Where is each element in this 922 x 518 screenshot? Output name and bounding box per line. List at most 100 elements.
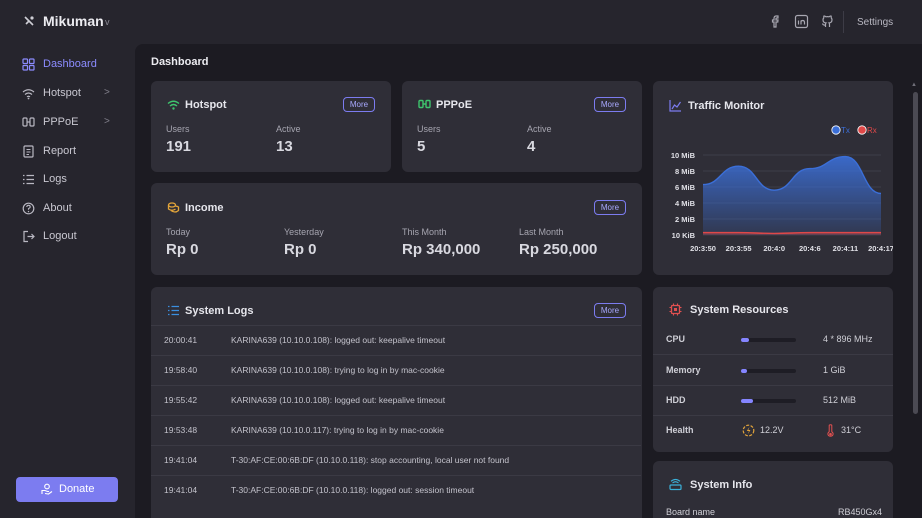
cpu-usage-fill xyxy=(741,338,750,342)
sidebar: Dashboard Hotspot > PPPoE > Report Logs xyxy=(0,44,135,518)
log-message: KARINA639 (10.10.0.108): logged out: kee… xyxy=(231,395,446,405)
report-icon xyxy=(23,145,34,158)
sidebar-item-dashboard[interactable]: Dashboard xyxy=(0,53,135,77)
chevron-right-icon: > xyxy=(104,87,110,98)
legend-rx-label: Rx xyxy=(867,126,877,135)
today-label: Today xyxy=(166,227,191,237)
log-message: KARINA639 (10.10.0.108): logged out: kee… xyxy=(231,335,446,345)
series-rx-line xyxy=(703,231,882,235)
log-row: 19:53:48 KARINA639 (10.10.0.117): trying … xyxy=(151,415,641,445)
users-value: 5 xyxy=(417,138,426,155)
sidebar-item-label: About xyxy=(43,202,72,214)
router-icon xyxy=(669,478,682,491)
log-time: 19:41:04 xyxy=(164,485,198,495)
legend-tx-label: Tx xyxy=(841,126,850,135)
main-content: Dashboard Hotspot More Users 191 Active … xyxy=(135,44,922,518)
divider xyxy=(843,11,844,33)
scroll-up-arrow-icon[interactable]: ▲ xyxy=(911,82,917,88)
x-tick-label: 20:4:11 xyxy=(833,244,858,253)
memory-value: 1 GiB xyxy=(823,365,846,375)
sidebar-item-logs[interactable]: Logs xyxy=(0,168,135,192)
pppoe-more-button[interactable]: More xyxy=(594,97,626,112)
cpu-icon xyxy=(669,303,682,316)
log-message: T-30:AF:CE:00:6B:DF (10.10.0.118): stop … xyxy=(231,455,510,465)
cpu-value: 4 * 896 MHz xyxy=(823,334,873,344)
log-time: 19:58:40 xyxy=(164,365,198,375)
board-name-value: RB450Gx4 xyxy=(838,507,883,517)
sidebar-item-label: Report xyxy=(43,145,77,157)
income-card: Income More Today Rp 0 Yesterday Rp 0 Th… xyxy=(151,183,642,275)
app-name[interactable]: Mikuman xyxy=(43,13,104,29)
traffic-chart: Tx Rx 10 MiB 8 MiB 6 MiB 4 MiB 2 MiB 10 KiB 20:3… xyxy=(671,125,893,253)
donate-button[interactable]: Donate xyxy=(16,477,118,502)
cpu-row: CPU 4 * 896 MHz xyxy=(653,325,893,355)
log-row: 19:41:04 T-30:AF:CE:00:6B:DF (10.10.0.118… xyxy=(151,445,641,475)
sidebar-item-label: Hotspot xyxy=(43,87,81,99)
system-logs-card: System Logs More 20:00:41 KARINA639 (10.1… xyxy=(151,287,642,518)
chevron-right-icon: > xyxy=(104,116,110,127)
thermometer-icon xyxy=(827,424,834,437)
yesterday-value: Rp 0 xyxy=(284,241,317,258)
logs-more-button[interactable]: More xyxy=(594,303,626,318)
sidebar-item-about[interactable]: About xyxy=(0,197,135,221)
facebook-icon[interactable] xyxy=(768,14,783,29)
yesterday-label: Yesterday xyxy=(284,227,324,237)
active-value: 13 xyxy=(276,138,293,155)
y-tick-label: 6 MiB xyxy=(675,183,696,192)
last-month-label: Last Month xyxy=(519,227,564,237)
log-row: 20:00:41 KARINA639 (10.10.0.108): logged … xyxy=(151,325,641,355)
list-icon xyxy=(168,305,179,316)
x-tick-label: 20:4:6 xyxy=(799,244,821,253)
sidebar-item-logout[interactable]: Logout xyxy=(0,225,135,249)
hotspot-card: Hotspot More Users 191 Active 13 xyxy=(151,81,391,172)
log-message: KARINA639 (10.10.0.117): trying to log i… xyxy=(231,425,444,435)
temperature-value: 31°C xyxy=(841,425,862,435)
x-tick-label: 20:3:50 xyxy=(690,244,716,253)
system-resources-card: System Resources CPU 4 * 896 MHz Memory … xyxy=(653,287,893,452)
wifi-icon xyxy=(167,100,180,110)
linkedin-icon[interactable] xyxy=(794,14,809,29)
x-tick-label: 20:4:17 xyxy=(868,244,893,253)
this-month-label: This Month xyxy=(402,227,447,237)
network-icon xyxy=(22,117,35,127)
dashboard-icon xyxy=(22,58,35,71)
network-icon xyxy=(418,99,431,109)
log-message: T-30:AF:CE:00:6B:DF (10.10.0.118): logge… xyxy=(231,485,475,495)
list-icon xyxy=(23,174,34,185)
sidebar-item-report[interactable]: Report xyxy=(0,140,135,164)
settings-link[interactable]: Settings xyxy=(857,17,893,28)
pppoe-card: PPPoE More Users 5 Active 4 xyxy=(402,81,642,172)
y-tick-label: 2 MiB xyxy=(675,215,696,224)
legend-tx-marker xyxy=(831,125,841,135)
card-title: System Info xyxy=(690,479,753,491)
hdd-row: HDD 512 MiB xyxy=(653,386,893,416)
sidebar-item-label: Logs xyxy=(43,173,67,185)
card-title: Hotspot xyxy=(185,99,227,111)
active-label: Active xyxy=(527,124,552,134)
hotspot-more-button[interactable]: More xyxy=(343,97,375,112)
y-tick-label: 8 MiB xyxy=(675,167,696,176)
memory-row: Memory 1 GiB xyxy=(653,356,893,386)
memory-label: Memory xyxy=(666,365,701,375)
top-bar: Mikuman v Settings xyxy=(0,0,922,44)
active-value: 4 xyxy=(527,138,536,155)
github-icon[interactable] xyxy=(820,14,835,29)
sidebar-item-pppoe[interactable]: PPPoE > xyxy=(0,111,135,135)
log-time: 19:53:48 xyxy=(164,425,198,435)
scrollbar[interactable] xyxy=(913,92,918,414)
hdd-usage-fill xyxy=(741,399,754,403)
users-value: 191 xyxy=(166,138,192,155)
sidebar-item-label: Dashboard xyxy=(43,58,97,70)
donate-label: Donate xyxy=(59,483,95,495)
health-row: Health 12.2V 31°C xyxy=(653,416,893,446)
this-month-value: Rp 340,000 xyxy=(402,241,481,258)
page-title: Dashboard xyxy=(151,56,209,68)
income-more-button[interactable]: More xyxy=(594,200,626,215)
sidebar-item-hotspot[interactable]: Hotspot > xyxy=(0,82,135,106)
hdd-label: HDD xyxy=(666,395,686,405)
log-row: 19:41:04 T-30:AF:CE:00:6B:DF (10.10.0.118… xyxy=(151,475,641,505)
brand-logo-icon xyxy=(24,16,34,26)
sidebar-item-label: Logout xyxy=(43,230,77,242)
y-tick-label: 10 MiB xyxy=(671,151,696,160)
chevron-down-icon[interactable]: v xyxy=(105,17,110,27)
